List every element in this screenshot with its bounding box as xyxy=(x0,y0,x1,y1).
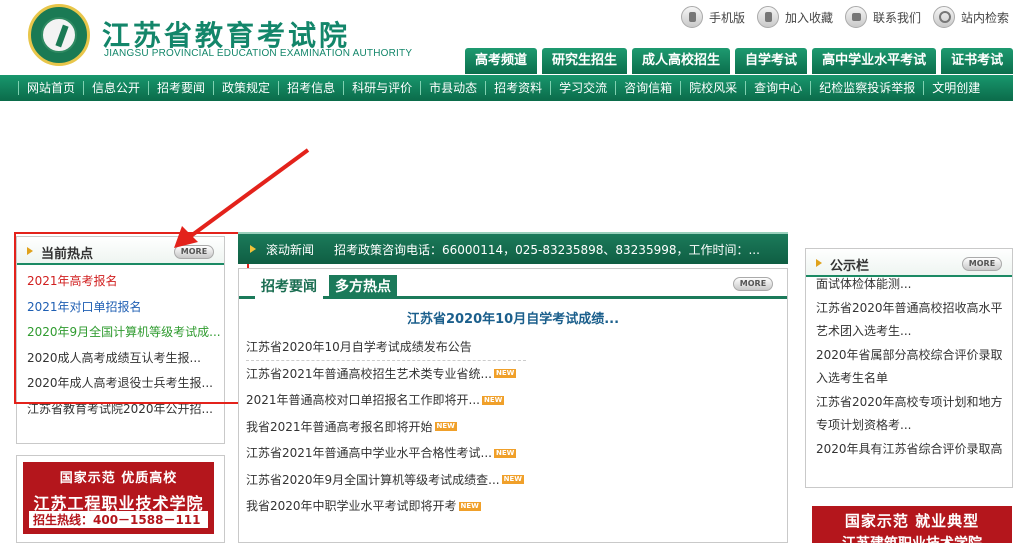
nav-item[interactable]: 招考资料 xyxy=(485,81,550,95)
scrolling-news-bar: 滚动新闻 招考政策咨询电话：66000114，025-83235898、8323… xyxy=(238,232,788,264)
news-more-button[interactable]: MORE xyxy=(733,277,773,291)
mobile-version-link[interactable]: 手机版 xyxy=(680,6,745,28)
nav-item[interactable]: 纪检监察投诉举报 xyxy=(810,81,923,95)
nav-item[interactable]: 网站首页 xyxy=(18,81,83,95)
news-item[interactable]: 江苏省2020年10月自学考试成绩发布公告 xyxy=(246,334,526,361)
new-badge: NEW xyxy=(493,448,517,458)
nav-item[interactable]: 市县动态 xyxy=(420,81,485,95)
news-item[interactable]: 江苏省2020年9月全国计算机等级考试成绩查... NEW xyxy=(246,467,787,494)
nav-item[interactable]: 查询中心 xyxy=(745,81,810,95)
notice-line[interactable]: 江苏省2020年高校专项计划和地方 xyxy=(816,391,1008,415)
bullet-arrow-icon xyxy=(816,259,822,267)
notice-line[interactable]: 面试体检体能测... xyxy=(816,273,1008,297)
add-favorite-link[interactable]: 加入收藏 xyxy=(756,6,833,28)
notice-more-button[interactable]: MORE xyxy=(962,257,1002,271)
nav-item[interactable]: 文明创建 xyxy=(923,81,988,95)
new-badge: NEW xyxy=(493,369,517,379)
notice-title: 公示栏 xyxy=(830,259,870,274)
ad-slogan: 国家示范 优质高校 xyxy=(59,471,178,486)
new-badge: NEW xyxy=(434,422,457,432)
notice-board-panel: 公示栏 MORE 面试体检体能测... 江苏省2020年普通高校招收高水平 艺术… xyxy=(805,248,1013,488)
mobile-icon xyxy=(680,6,703,28)
nav-item[interactable]: 科研与评价 xyxy=(343,81,420,95)
notice-line[interactable]: 2020年具有江苏省综合评价录取高 xyxy=(816,438,1008,462)
favorite-icon xyxy=(756,6,779,28)
nav-item[interactable]: 政策规定 xyxy=(213,81,278,95)
channel-tabs: 高考频道 研究生招生 成人高校招生 自学考试 高中学业水平考试 证书考试 xyxy=(465,48,1013,74)
nav-item[interactable]: 院校风采 xyxy=(680,81,745,95)
nav-item[interactable]: 招考要闻 xyxy=(148,81,213,95)
notice-list: 面试体检体能测... 江苏省2020年普通高校招收高水平 艺术团入选考生... … xyxy=(816,273,1008,461)
main-nav: 网站首页 信息公开 招考要闻 政策规定 招考信息 科研与评价 市县动态 招考资料… xyxy=(0,75,1013,101)
notice-line[interactable]: 艺术团入选考生... xyxy=(816,320,1008,344)
new-badge: NEW xyxy=(458,501,481,511)
news-list: 江苏省2020年10月自学考试成绩发布公告 江苏省2021年普通高校招生艺术类专… xyxy=(239,328,787,520)
site-logo[interactable] xyxy=(28,4,90,66)
ticker-label: 滚动新闻 xyxy=(266,242,315,257)
nav-item[interactable]: 学习交流 xyxy=(550,81,615,95)
news-item[interactable]: 江苏省2021年普通高中学业水平合格性考试... NEW xyxy=(246,440,787,467)
right-ad-banner[interactable]: 国家示范 就业典型 江苏建筑职业技术学院 xyxy=(812,506,1012,543)
news-item[interactable]: 我省2020年中职学业水平考试即将开考 NEW xyxy=(246,493,787,520)
tab-admission-news[interactable]: 招考要闻 xyxy=(255,275,323,299)
left-ad-banner[interactable]: 国家示范 优质高校 江苏工程职业技术学院 招生热线：400－1588－111 xyxy=(16,455,225,543)
nav-item[interactable]: 招考信息 xyxy=(278,81,343,95)
tab-gaokao[interactable]: 高考频道 xyxy=(465,48,538,74)
news-item[interactable]: 我省2021年普通高考报名即将开始 NEW xyxy=(246,414,787,441)
notice-line[interactable]: 江苏省2020年普通高校招收高水平 xyxy=(816,297,1008,321)
bullet-arrow-icon xyxy=(250,245,256,253)
new-badge: NEW xyxy=(481,395,505,405)
college-ad: 国家示范 优质高校 江苏工程职业技术学院 招生热线：400－1588－111 xyxy=(23,462,214,534)
new-badge: NEW xyxy=(501,475,524,485)
nav-item[interactable]: 咨询信箱 xyxy=(615,81,680,95)
logo-emblem-icon xyxy=(41,17,77,53)
notice-line[interactable]: 2020年省属部分高校综合评价录取 xyxy=(816,344,1008,368)
tab-graduate[interactable]: 研究生招生 xyxy=(542,48,628,74)
news-item[interactable]: 江苏省2021年普通高校招生艺术类专业省统... NEW xyxy=(246,361,787,388)
tab-hot-topics[interactable]: 多方热点 xyxy=(329,275,397,299)
notice-line[interactable]: 入选考生名单 xyxy=(816,367,1008,391)
ad-college-name: 江苏建筑职业技术学院 xyxy=(812,533,1012,543)
news-panel: 招考要闻 多方热点 MORE 江苏省2020年10月自学考试成绩... 江苏省2… xyxy=(238,268,788,543)
search-icon xyxy=(932,6,955,28)
news-item[interactable]: 2021年普通高校对口单招报名工作即将开... NEW xyxy=(246,387,787,414)
notice-line[interactable]: 专项计划资格考... xyxy=(816,414,1008,438)
ad-hotline: 招生热线：400－1588－111 xyxy=(29,511,208,528)
contact-us-link[interactable]: 联系我们 xyxy=(844,6,921,28)
site-search-link[interactable]: 站内检索 xyxy=(932,6,1009,28)
headline-link[interactable]: 江苏省2020年10月自学考试成绩... xyxy=(239,308,787,328)
ticker-text[interactable]: 招考政策咨询电话：66000114，025-83235898、83235998，… xyxy=(334,241,760,258)
tab-certificate[interactable]: 证书考试 xyxy=(941,48,1013,74)
ad-slogan: 国家示范 就业典型 xyxy=(844,512,980,530)
nav-item[interactable]: 信息公开 xyxy=(83,81,148,95)
tab-academic-level[interactable]: 高中学业水平考试 xyxy=(812,48,937,74)
home-icon xyxy=(844,6,867,28)
news-tabs: 招考要闻 多方热点 MORE xyxy=(239,269,787,299)
tab-self-study[interactable]: 自学考试 xyxy=(735,48,808,74)
highlight-box xyxy=(14,232,249,404)
tab-adult-college[interactable]: 成人高校招生 xyxy=(632,48,731,74)
utility-links: 手机版 加入收藏 联系我们 站内检索 xyxy=(669,6,1009,28)
site-subtitle: JIANGSU PROVINCIAL EDUCATION EXAMINATION… xyxy=(104,48,413,59)
site-header: 江苏省教育考试院 JIANGSU PROVINCIAL EDUCATION EX… xyxy=(0,0,1013,75)
